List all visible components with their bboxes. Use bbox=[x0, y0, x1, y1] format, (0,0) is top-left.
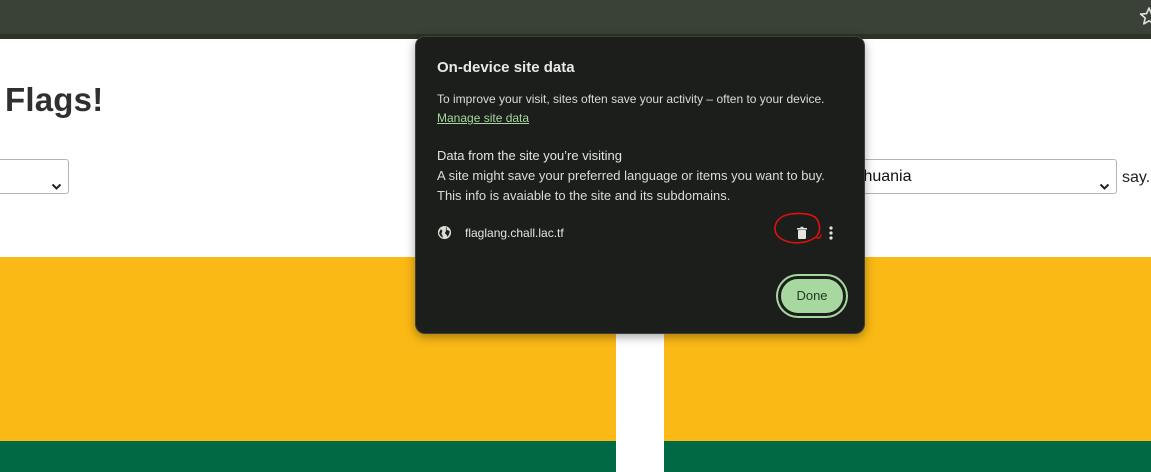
trash-icon[interactable] bbox=[792, 223, 812, 243]
language-select-right[interactable]: thuania bbox=[846, 159, 1117, 194]
more-vertical-icon[interactable] bbox=[824, 223, 838, 243]
star-icon[interactable] bbox=[1139, 6, 1151, 26]
done-button[interactable]: Done bbox=[778, 276, 846, 316]
popup-description: To improve your visit, sites often save … bbox=[437, 92, 825, 106]
manage-site-data-link[interactable]: Manage site data bbox=[437, 111, 529, 125]
popup-title: On-device site data bbox=[437, 59, 575, 76]
section-text-line: A site might save your preferred languag… bbox=[437, 168, 825, 183]
globe-icon bbox=[437, 225, 452, 240]
section-heading: Data from the site you’re visiting bbox=[437, 148, 622, 163]
chevron-down-icon bbox=[51, 171, 62, 190]
section-text-line: This info is avaiable to the site and it… bbox=[437, 188, 731, 203]
language-select-left[interactable] bbox=[0, 159, 69, 194]
flag-right-green-band bbox=[664, 441, 1151, 472]
flag-left-green-band bbox=[0, 441, 616, 472]
page-title: Flags! bbox=[5, 81, 104, 118]
say-label: say. bbox=[1122, 169, 1151, 186]
site-data-popup: On-device site data To improve your visi… bbox=[415, 36, 865, 334]
site-name: flaglang.chall.lac.tf bbox=[465, 226, 564, 240]
browser-toolbar bbox=[0, 0, 1151, 34]
chevron-down-icon bbox=[1099, 171, 1110, 190]
select-value: thuania bbox=[859, 168, 912, 185]
site-row: flaglang.chall.lac.tf bbox=[437, 223, 842, 245]
